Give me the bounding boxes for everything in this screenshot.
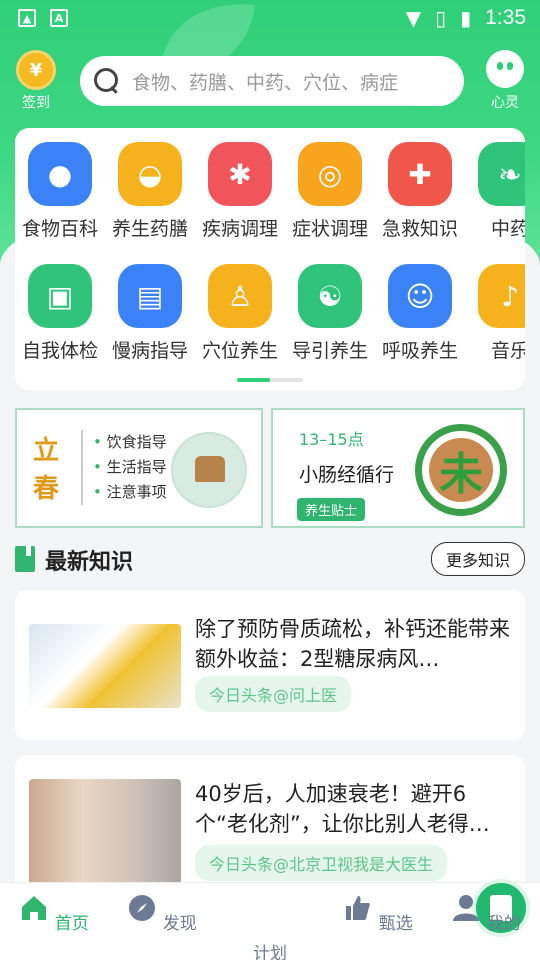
- xinling-label: 心灵: [491, 95, 519, 111]
- list-item: 饮食指导: [93, 433, 167, 451]
- meridian-name: 小肠经循行: [299, 464, 395, 486]
- compass-icon: [129, 895, 156, 921]
- tab-home[interactable]: 首页: [14, 893, 94, 934]
- home-icon: [22, 896, 47, 920]
- category-label: 急救知识: [381, 218, 458, 240]
- category-music[interactable]: ♪ 音乐: [465, 264, 525, 363]
- tab-label: 首页: [54, 914, 89, 934]
- wifi-icon: ▼: [405, 6, 422, 30]
- thumbs-up-icon: [346, 896, 371, 920]
- gallery-notification-icon: ▲: [18, 9, 36, 27]
- category-disease-care[interactable]: ✱ 疾病调理: [195, 142, 285, 241]
- category-self-check[interactable]: ▣ 自我体检: [15, 264, 105, 363]
- latest-knowledge-header: 最新知识 更多知识: [15, 540, 525, 580]
- font-notification-icon: A: [50, 9, 68, 27]
- tab-label: 甄选: [378, 914, 413, 934]
- tab-label: 计划: [253, 944, 287, 960]
- herb-leaf-icon: ❧: [478, 142, 525, 206]
- battery-icon: ▮: [460, 6, 472, 30]
- status-bar: ▲ A ▼ ▯ ▮ 1:35: [0, 0, 540, 38]
- music-icon: ♪: [478, 264, 525, 328]
- category-label: 中药: [490, 218, 525, 240]
- category-label: 导引养生: [291, 340, 368, 362]
- tab-discover[interactable]: 发现: [122, 893, 202, 934]
- head-profile-icon: ☺: [388, 264, 452, 328]
- section-title: 最新知识: [45, 550, 134, 575]
- tab-selection[interactable]: 甄选: [338, 893, 418, 934]
- list-item: 生活指导: [93, 458, 167, 476]
- news-source: 今日头条@北京卫视我是大医生: [195, 845, 448, 881]
- list-item: 注意事项: [93, 483, 167, 501]
- category-label: 疾病调理: [201, 218, 278, 240]
- search-input[interactable]: 食物、药膳、中药、穴位、病症: [80, 56, 464, 106]
- bottom-tab-bar: 首页 发现 计划 甄选 我的: [0, 879, 540, 960]
- molecule-icon: ✱: [208, 142, 272, 206]
- category-label: 症状调理: [291, 218, 368, 240]
- category-herbs[interactable]: ❧ 中药: [465, 142, 525, 241]
- category-label: 呼吸养生: [381, 340, 458, 362]
- news-source: 今日头条@问上医: [195, 676, 352, 712]
- more-knowledge-button[interactable]: 更多知识: [430, 542, 525, 576]
- deer-illustration: [171, 432, 247, 508]
- page-indicator: [237, 378, 303, 382]
- coin-icon: ¥: [16, 50, 56, 90]
- news-thumbnail: [29, 624, 181, 708]
- category-label: 食物百科: [21, 218, 98, 240]
- health-tip-tag: 养生贴士: [297, 498, 366, 521]
- book-icon: [15, 546, 35, 572]
- category-symptom-care[interactable]: ◎ 症状调理: [285, 142, 375, 241]
- pulse-magnifier-icon: ◎: [298, 142, 362, 206]
- first-aid-kit-icon: ✚: [388, 142, 452, 206]
- category-row-1: ● 食物百科 ◒ 养生药膳 ✱ 疾病调理 ◎ 症状调理 ✚ 急救知识 ❧ 中药: [15, 142, 525, 241]
- category-chronic-guide[interactable]: ▤ 慢病指导: [105, 264, 195, 363]
- signin-button[interactable]: ¥ 签到: [14, 50, 58, 112]
- search-icon: [94, 68, 120, 94]
- search-placeholder: 食物、药膳、中药、穴位、病症: [132, 71, 399, 94]
- category-label: 穴位养生: [201, 340, 278, 362]
- cherries-icon: ●: [28, 142, 92, 206]
- medicine-box-icon: ▤: [118, 264, 182, 328]
- hour-badge-char: 未: [429, 438, 493, 502]
- category-medicinal-diet[interactable]: ◒ 养生药膳: [105, 142, 195, 241]
- category-first-aid[interactable]: ✚ 急救知识: [375, 142, 465, 241]
- category-label: 自我体检: [21, 340, 98, 362]
- xinling-button[interactable]: 心灵: [482, 50, 528, 112]
- tab-label: 发现: [162, 914, 197, 934]
- clock: 1:35: [485, 6, 526, 29]
- user-icon: [453, 895, 480, 921]
- category-food-encyclopedia[interactable]: ● 食物百科: [15, 142, 105, 241]
- category-breathing[interactable]: ☺ 呼吸养生: [375, 264, 465, 363]
- category-label: 音乐: [490, 340, 525, 362]
- meridian-time: 13–15点: [299, 430, 364, 449]
- hour-badge: 未: [415, 424, 507, 516]
- category-acupoint[interactable]: ♙ 穴位养生: [195, 264, 285, 363]
- category-daoyin[interactable]: ☯ 导引养生: [285, 264, 375, 363]
- monitor-icon: ▣: [28, 264, 92, 328]
- no-sim-icon: ▯: [435, 6, 447, 30]
- solar-term-banner[interactable]: 立春 饮食指导 生活指导 注意事项: [15, 408, 263, 528]
- news-title: 除了预防骨质疏松，补钙还能带来额外收益：2型糖尿病风…: [195, 617, 510, 671]
- category-grid: ● 食物百科 ◒ 养生药膳 ✱ 疾病调理 ◎ 症状调理 ✚ 急救知识 ❧ 中药 …: [15, 128, 525, 390]
- mortar-icon: ◒: [118, 142, 182, 206]
- solar-term-list: 饮食指导 生活指导 注意事项: [81, 430, 167, 505]
- solar-term-title: 立春: [33, 436, 60, 504]
- news-thumbnail: [29, 779, 181, 889]
- category-label: 慢病指导: [111, 340, 188, 362]
- meditation-icon: ☯: [298, 264, 362, 328]
- tab-mine[interactable]: 我的: [446, 893, 526, 934]
- news-card[interactable]: 除了预防骨质疏松，补钙还能带来额外收益：2型糖尿病风… 今日头条@问上医: [15, 590, 525, 740]
- body-figure-icon: ♙: [208, 264, 272, 328]
- meridian-banner[interactable]: 13–15点 小肠经循行 养生贴士 未: [271, 408, 525, 528]
- smile-face-icon: [486, 50, 524, 88]
- category-row-2: ▣ 自我体检 ▤ 慢病指导 ♙ 穴位养生 ☯ 导引养生 ☺ 呼吸养生 ♪ 音乐: [15, 264, 525, 363]
- category-label: 养生药膳: [111, 218, 188, 240]
- news-title: 40岁后，人加速衰老！避开6个“老化剂”，让你比别人老得…: [195, 782, 490, 836]
- tab-label: 我的: [486, 914, 521, 934]
- signin-label: 签到: [22, 95, 50, 111]
